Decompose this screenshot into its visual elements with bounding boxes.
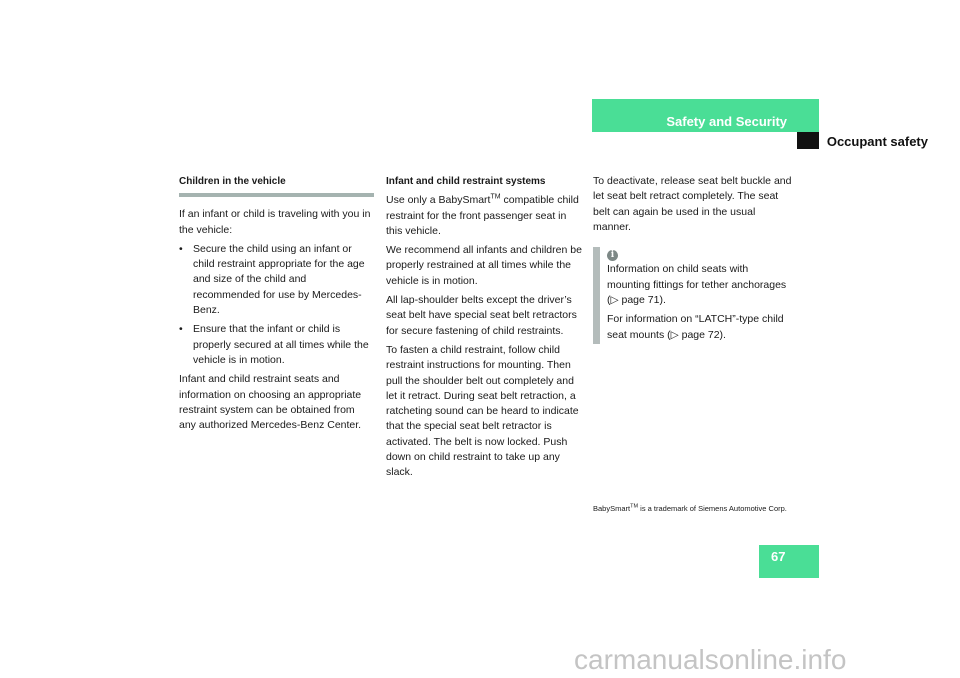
trademark-sup: TM <box>630 503 639 510</box>
column-3: To deactivate, release seat belt buckle … <box>593 174 793 347</box>
subsection-title: Occupant safety <box>826 134 928 149</box>
info-text: Information on child seats with mounting… <box>607 263 787 307</box>
section-heading: Children in the vehicle <box>179 176 286 187</box>
bullet-text: Secure the child using an infant or chil… <box>193 242 365 317</box>
bullet-icon: • <box>179 323 183 336</box>
column-2: Infant and child restraint systems Use o… <box>386 174 582 485</box>
bullet-item: • Ensure that the infant or child is pro… <box>179 322 374 368</box>
paragraph: Use only a BabySmartTM compatible child … <box>386 193 582 239</box>
paragraph: To fasten a child restraint, follow chil… <box>386 343 579 479</box>
text: BabySmart <box>593 504 631 513</box>
footnote: BabySmartTM is a trademark of Siemens Au… <box>593 502 793 515</box>
section-marker <box>797 132 819 149</box>
text: is a trademark of Siemens Automotive Cor… <box>638 504 787 513</box>
heading-rule <box>179 193 374 198</box>
intro-paragraph: If an infant or child is traveling with … <box>179 208 371 236</box>
section-heading: Infant and child restraint systems <box>386 176 546 187</box>
text: Use only a BabySmart <box>386 194 491 207</box>
paragraph: To deactivate, release seat belt buckle … <box>593 175 792 233</box>
info-bar <box>593 247 600 345</box>
section-header-bar: Safety and Security <box>592 99 819 132</box>
watermark: carmanualsonline.info <box>574 644 847 675</box>
column-1: Children in the vehicle If an infant or … <box>179 174 374 437</box>
info-icon: i <box>607 250 618 262</box>
bullet-text: Ensure that the infant or child is prope… <box>193 323 369 366</box>
closing-paragraph: Infant and child restraint seats and inf… <box>179 373 362 432</box>
section-title: Safety and Security <box>666 114 787 129</box>
info-text: For information on “LATCH”-type child se… <box>607 313 784 341</box>
bullet-icon: • <box>179 242 183 255</box>
bullet-item: • Secure the child using an infant or ch… <box>179 242 374 318</box>
page-number-box: 67 <box>759 545 819 578</box>
info-note: i Information on child seats with mounti… <box>593 247 793 345</box>
paragraph: We recommend all infants and children be… <box>386 244 582 287</box>
paragraph: All lap-shoulder belts except the driver… <box>386 294 577 337</box>
trademark-sup: TM <box>490 193 501 201</box>
page-number: 67 <box>771 549 786 564</box>
